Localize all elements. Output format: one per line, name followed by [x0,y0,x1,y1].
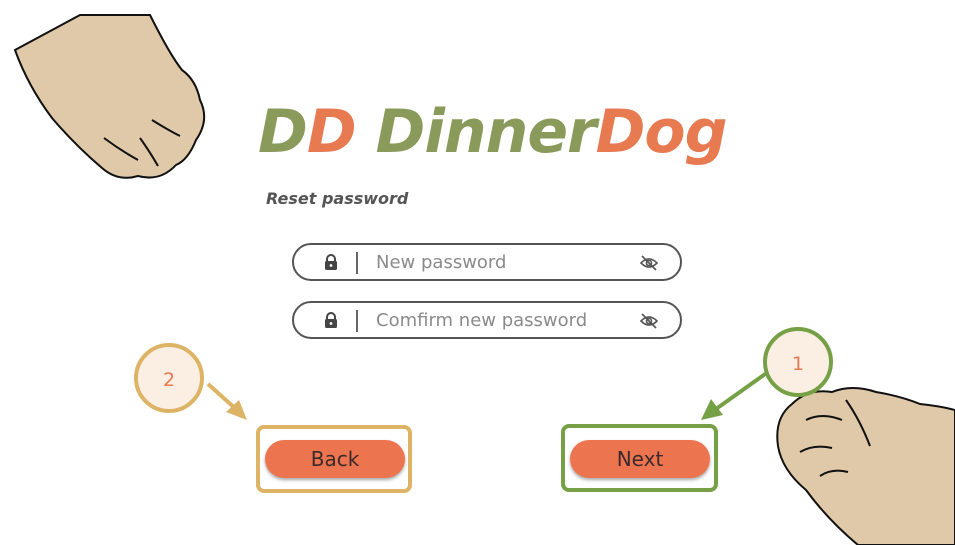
arrow-head-next [701,399,723,420]
step-2-callout: 2 [134,343,204,413]
callout-arrows [206,370,770,420]
arrow-to-next [714,370,770,411]
step-1-callout: 1 [763,327,833,397]
